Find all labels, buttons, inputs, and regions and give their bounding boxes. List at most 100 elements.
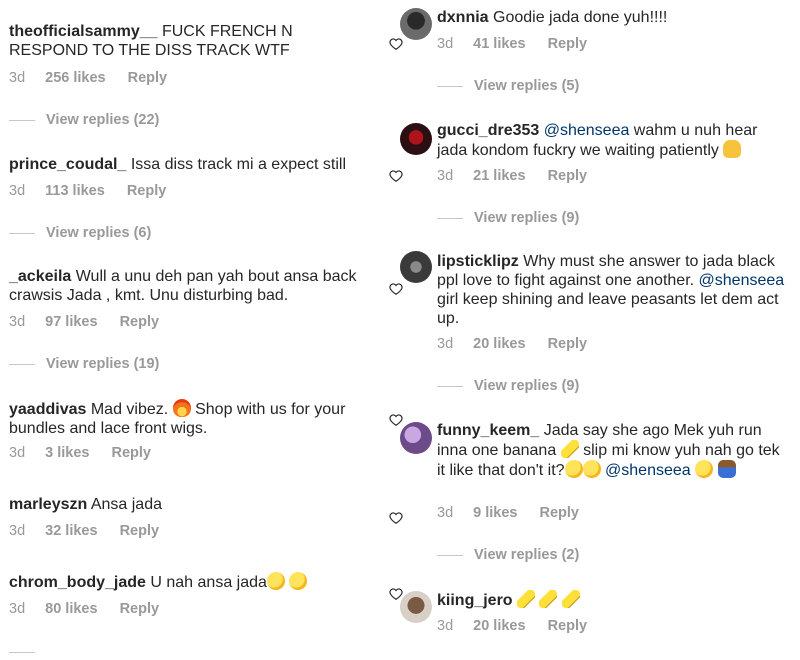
comment-username[interactable]: marleyszn xyxy=(9,496,87,513)
reply-button[interactable]: Reply xyxy=(548,168,588,184)
comment-meta: 3d 97 likes Reply xyxy=(9,314,174,330)
comment-time: 3d xyxy=(437,168,454,184)
divider-line xyxy=(9,119,35,121)
comment-time: 3d xyxy=(437,505,454,521)
comment-text: gucci_dre353 @shenseea wahm u nuh hear j… xyxy=(437,121,787,160)
comment-username[interactable]: kiing_jero xyxy=(437,592,513,609)
comment-item: gucci_dre353 @shenseea wahm u nuh hear j… xyxy=(437,121,787,160)
divider-line xyxy=(9,363,35,365)
comment-item: dxnnia Goodie jada done yuh!!!! xyxy=(437,8,787,27)
comment-username[interactable]: chrom_body_jade xyxy=(9,574,146,591)
comment-body: Goodie jada done yuh!!!! xyxy=(488,9,668,26)
comment-meta: 3d 32 likes Reply xyxy=(9,523,174,539)
comment-item: lipsticklipz Why must she answer to jada… xyxy=(437,252,787,328)
heart-icon[interactable] xyxy=(389,37,403,51)
comment-username[interactable]: theofficialsammy__ xyxy=(9,23,158,40)
reply-button[interactable]: Reply xyxy=(548,618,588,634)
comment-body: Mad vibez. xyxy=(86,401,173,418)
shrug-emoji-icon xyxy=(717,460,736,478)
comment-text: prince_coudal_ Issa diss track mi a expe… xyxy=(9,155,369,174)
reply-button[interactable]: Reply xyxy=(539,505,579,521)
view-replies-button[interactable]: View replies (9) xyxy=(437,210,579,226)
fire-emoji-icon xyxy=(172,399,191,417)
comment-meta: 3d 80 likes Reply xyxy=(9,601,174,617)
divider-line xyxy=(437,554,463,556)
comment-meta: 3d 9 likes Reply xyxy=(437,505,594,521)
heart-icon[interactable] xyxy=(389,511,403,525)
comment-likes[interactable]: 20 likes xyxy=(473,336,525,352)
comment-time: 3d xyxy=(9,183,26,199)
comment-username[interactable]: _ackeila xyxy=(9,268,71,285)
joy-emoji-icon xyxy=(582,460,601,478)
heart-icon[interactable] xyxy=(389,587,403,601)
reply-button[interactable]: Reply xyxy=(548,336,588,352)
reply-button[interactable]: Reply xyxy=(111,445,151,461)
view-replies-label: View replies (5) xyxy=(474,78,580,94)
comment-item: theofficialsammy__ FUCK FRENCH N RESPOND… xyxy=(9,22,369,60)
comment-likes[interactable]: 21 likes xyxy=(473,168,525,184)
reply-button[interactable]: Reply xyxy=(548,36,588,52)
avatar[interactable] xyxy=(400,591,432,623)
comment-body: U nah ansa jada xyxy=(145,574,267,591)
comment-time: 3d xyxy=(437,336,454,352)
avatar[interactable] xyxy=(400,123,432,155)
view-replies-button[interactable]: View replies (22) xyxy=(9,112,159,128)
comment-likes[interactable]: 41 likes xyxy=(473,36,525,52)
comment-username[interactable]: yaaddivas xyxy=(9,401,86,418)
divider-line xyxy=(437,385,463,387)
view-replies-button[interactable]: View replies (9) xyxy=(437,378,579,394)
avatar[interactable] xyxy=(400,251,432,283)
view-replies-button[interactable]: View replies (2) xyxy=(437,547,579,563)
comment-time: 3d xyxy=(9,70,26,86)
view-replies-button[interactable]: View replies (5) xyxy=(437,78,579,94)
view-replies-button[interactable]: View replies (6) xyxy=(9,225,151,241)
banana-emoji-icon xyxy=(539,590,558,608)
reply-button[interactable]: Reply xyxy=(120,314,160,330)
comment-meta: 3d 20 likes Reply xyxy=(437,618,602,634)
comment-likes[interactable]: 32 likes xyxy=(45,523,97,539)
mention-link[interactable]: @shenseea xyxy=(601,462,691,479)
comment-username[interactable]: dxnnia xyxy=(437,9,489,26)
reply-button[interactable]: Reply xyxy=(128,70,168,86)
avatar[interactable] xyxy=(400,8,432,40)
view-replies-button[interactable]: View replies (19) xyxy=(9,356,159,372)
view-replies-button[interactable] xyxy=(9,644,46,660)
comment-text: marleyszn Ansa jada xyxy=(9,495,369,514)
comment-username[interactable]: prince_coudal_ xyxy=(9,156,126,173)
comment-likes[interactable]: 9 likes xyxy=(473,505,517,521)
avatar[interactable] xyxy=(400,422,432,454)
comment-likes[interactable]: 113 likes xyxy=(45,183,105,199)
comment-likes[interactable]: 256 likes xyxy=(45,70,105,86)
mention-link[interactable]: @shenseea xyxy=(699,272,785,289)
comment-text: _ackeila Wull a unu deh pan yah bout ans… xyxy=(9,267,369,305)
comment-text: chrom_body_jade U nah ansa jada xyxy=(9,572,369,592)
comment-username[interactable]: gucci_dre353 xyxy=(437,122,539,139)
banana-emoji-icon xyxy=(517,590,536,608)
reply-button[interactable]: Reply xyxy=(127,183,167,199)
heart-icon[interactable] xyxy=(389,413,403,427)
reply-button[interactable]: Reply xyxy=(120,523,160,539)
comment-text: funny_keem_ Jada say she ago Mek yuh run… xyxy=(437,421,787,480)
comment-meta: 3d 20 likes Reply xyxy=(437,336,602,352)
comment-text: lipsticklipz Why must she answer to jada… xyxy=(437,252,787,328)
mention-link[interactable]: @shenseea xyxy=(539,122,630,139)
comment-item: kiing_jero xyxy=(437,590,787,610)
comment-likes[interactable]: 3 likes xyxy=(45,445,89,461)
view-replies-label: View replies (9) xyxy=(474,378,580,394)
rofl-emoji-icon xyxy=(289,572,308,590)
comment-item: yaaddivas Mad vibez. Shop with us for yo… xyxy=(9,399,369,438)
comment-likes[interactable]: 80 likes xyxy=(45,601,97,617)
divider-line xyxy=(9,232,35,234)
comment-time: 3d xyxy=(9,523,26,539)
reply-button[interactable]: Reply xyxy=(120,601,160,617)
heart-icon[interactable] xyxy=(389,169,403,183)
comment-likes[interactable]: 97 likes xyxy=(45,314,97,330)
comment-username[interactable]: funny_keem_ xyxy=(437,422,539,439)
heart-icon[interactable] xyxy=(389,282,403,296)
comment-item: _ackeila Wull a unu deh pan yah bout ans… xyxy=(9,267,369,305)
comment-text: dxnnia Goodie jada done yuh!!!! xyxy=(437,8,787,27)
comment-username[interactable]: lipsticklipz xyxy=(437,253,519,270)
comment-body-cont: girl keep shining and leave peasants let… xyxy=(437,291,779,327)
comment-likes[interactable]: 20 likes xyxy=(473,618,525,634)
comment-item: marleyszn Ansa jada xyxy=(9,495,369,514)
